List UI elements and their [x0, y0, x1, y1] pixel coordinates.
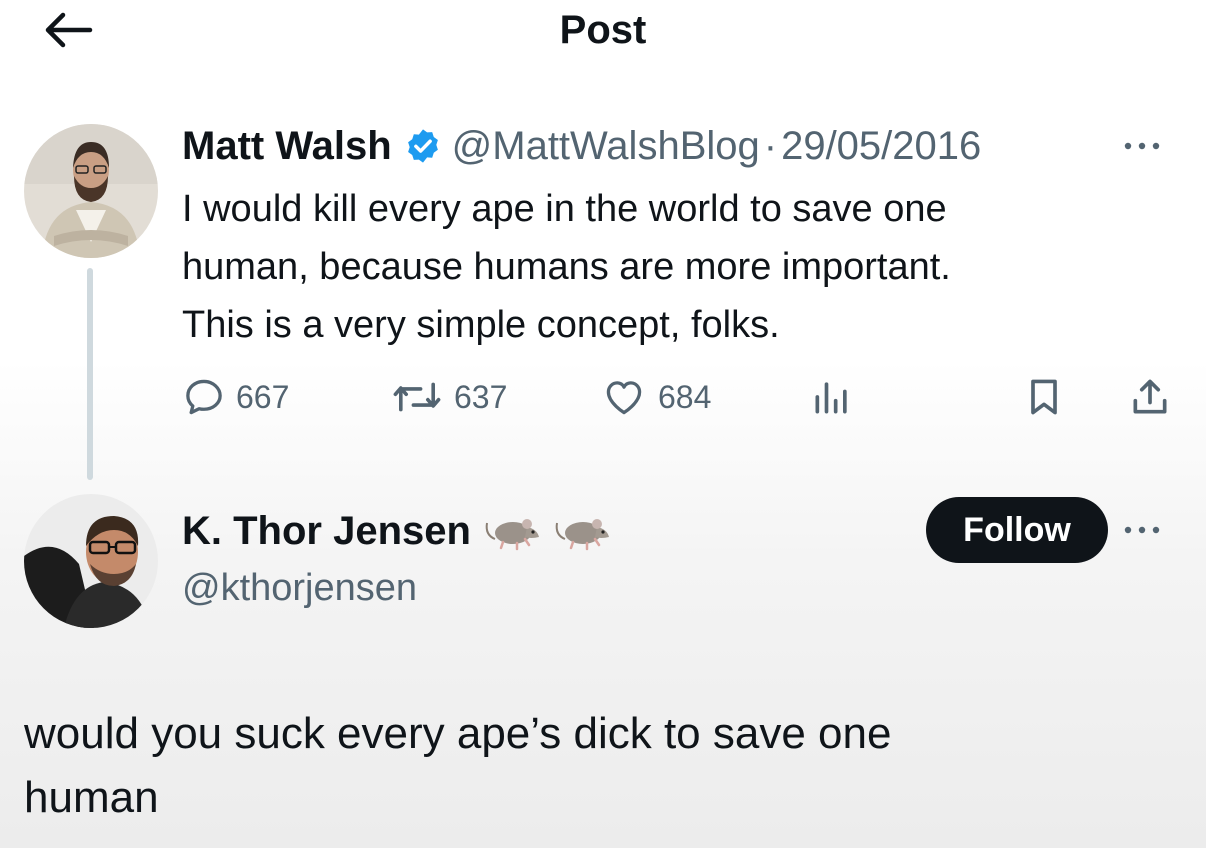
reply-icon — [186, 379, 222, 415]
repost-icon — [393, 382, 441, 412]
share-button[interactable] — [1128, 372, 1182, 422]
repost-count: 637 — [454, 378, 508, 415]
reply-button[interactable]: 667 — [182, 372, 289, 422]
bookmark-icon — [1031, 379, 1057, 415]
avatar[interactable] — [24, 494, 158, 628]
reply-text: would you suck every ape’s dick to save … — [24, 702, 1184, 830]
post-date[interactable]: 29/05/2016 — [781, 124, 981, 169]
author-name[interactable]: Matt Walsh — [182, 124, 392, 169]
like-count: 684 — [658, 378, 712, 415]
more-horizontal-icon — [1124, 142, 1160, 150]
views-chart-icon — [815, 382, 847, 414]
reply-count: 667 — [236, 378, 290, 415]
more-horizontal-icon — [1124, 526, 1160, 534]
author-handle[interactable]: @MattWalshBlog — [452, 124, 760, 169]
avatar[interactable] — [24, 124, 158, 258]
tweet-text-line: I would kill every ape in the world to s… — [182, 188, 947, 230]
follow-button[interactable]: Follow — [926, 497, 1108, 563]
bookmark-button[interactable] — [1022, 372, 1076, 422]
verified-badge-icon — [404, 127, 442, 165]
page-title: Post — [559, 8, 647, 52]
tweet-text-line: human, because humans are more important… — [182, 246, 951, 288]
more-options-button[interactable] — [1112, 128, 1172, 164]
avatar-image — [24, 124, 158, 258]
reply-text-line: would you suck every ape’s dick to save … — [24, 709, 892, 758]
more-options-button[interactable] — [1112, 512, 1172, 548]
repost-button[interactable]: 637 — [390, 372, 507, 422]
share-icon — [1133, 379, 1167, 414]
heart-icon — [606, 381, 642, 415]
thread-line — [87, 268, 93, 480]
separator: · — [763, 123, 778, 168]
like-button[interactable]: 684 — [600, 372, 711, 422]
rat-emoji-icon — [553, 509, 611, 553]
reply-header: K. Thor Jensen — [182, 502, 611, 560]
views-button[interactable] — [810, 372, 864, 422]
reply-author-name[interactable]: K. Thor Jensen — [182, 509, 471, 554]
avatar-image — [24, 494, 158, 628]
reply-text-line: human — [24, 773, 159, 822]
tweet-header: Matt Walsh @MattWalshBlog · 29/05/2016 — [182, 118, 981, 174]
reply-author-handle[interactable]: @kthorjensen — [182, 562, 417, 614]
tweet-actions: 667 637 684 — [182, 372, 1172, 422]
rat-emoji-icon — [483, 509, 541, 553]
tweet-text: I would kill every ape in the world to s… — [182, 180, 1142, 354]
tweet-text-line: This is a very simple concept, folks. — [182, 304, 780, 346]
